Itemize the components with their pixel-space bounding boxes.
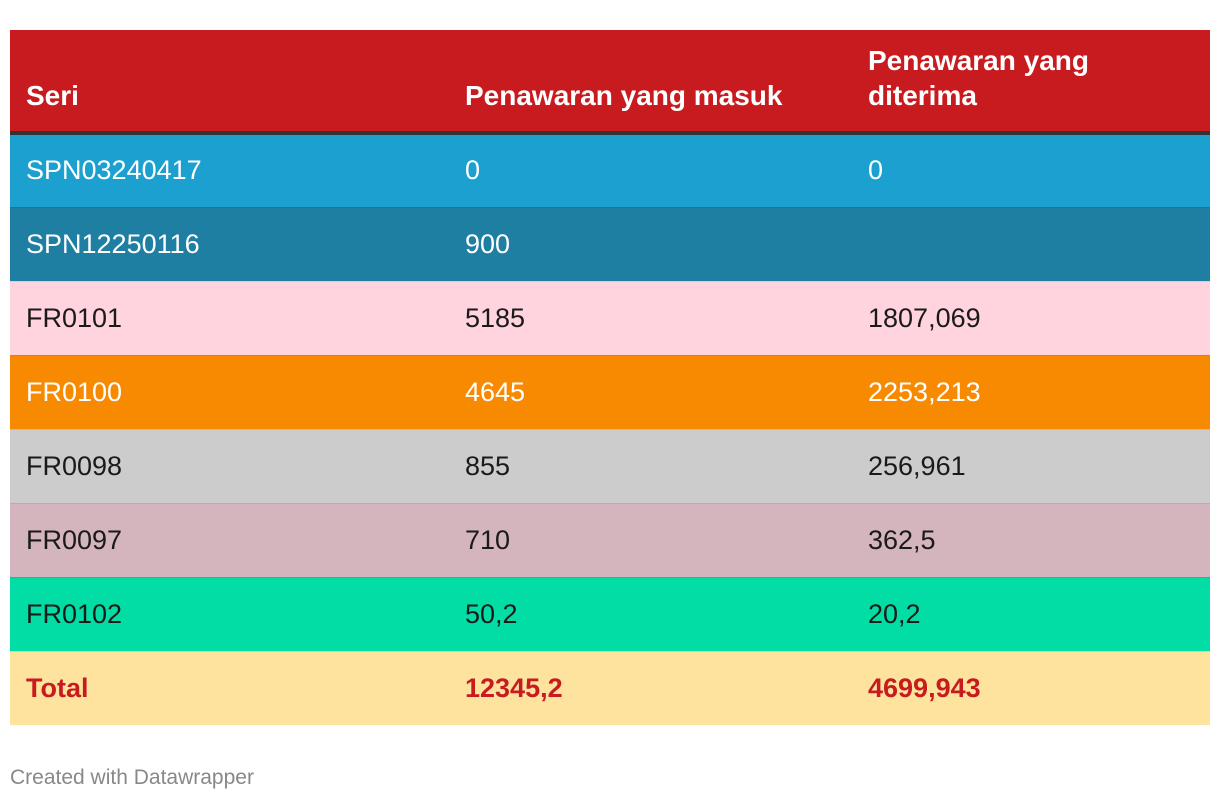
cell-penawaran-diterima: 20,2	[852, 577, 1210, 652]
cell-penawaran-masuk: 4645	[449, 355, 852, 430]
table-row: FR0098 855 256,961	[10, 429, 1210, 504]
column-header-penawaran-masuk: Penawaran yang masuk	[449, 30, 852, 135]
cell-penawaran-masuk: 5185	[449, 281, 852, 356]
table-row: FR0101 5185 1807,069	[10, 281, 1210, 356]
cell-seri: SPN12250116	[10, 207, 449, 282]
cell-penawaran-masuk: 710	[449, 503, 852, 578]
datawrapper-credit: Created with Datawrapper	[10, 766, 254, 789]
table-row: SPN12250116 900	[10, 207, 1210, 282]
column-header-seri: Seri	[10, 30, 449, 135]
cell-seri: FR0097	[10, 503, 449, 578]
cell-seri: SPN03240417	[10, 133, 449, 208]
cell-penawaran-diterima: 0	[852, 133, 1210, 208]
cell-seri: Total	[26, 672, 89, 703]
cell-penawaran-masuk: 0	[449, 133, 852, 208]
cell-penawaran-diterima	[852, 207, 1210, 282]
data-table: Seri Penawaran yang masuk Penawaran yang…	[10, 30, 1210, 725]
cell-penawaran-diterima: 2253,213	[852, 355, 1210, 430]
cell-penawaran-diterima: 362,5	[852, 503, 1210, 578]
cell-seri: FR0100	[10, 355, 449, 430]
cell-seri: FR0102	[10, 577, 449, 652]
data-table-container: Seri Penawaran yang masuk Penawaran yang…	[10, 30, 1210, 725]
cell-penawaran-diterima: 4699,943	[868, 672, 981, 703]
table-body: SPN03240417 0 0 SPN12250116 900 FR0101 5185 180…	[10, 133, 1210, 725]
cell-penawaran-diterima: 1807,069	[852, 281, 1210, 356]
column-header-penawaran-diterima: Penawaran yang diterima	[852, 30, 1210, 135]
table-row: FR0100 4645 2253,213	[10, 355, 1210, 430]
cell-seri: FR0101	[10, 281, 449, 356]
cell-penawaran-masuk: 855	[449, 429, 852, 504]
table-row: SPN03240417 0 0	[10, 133, 1210, 208]
cell-penawaran-masuk: 12345,2	[465, 672, 563, 703]
cell-penawaran-masuk: 50,2	[449, 577, 852, 652]
cell-penawaran-diterima: 256,961	[852, 429, 1210, 504]
table-row: FR0097 710 362,5	[10, 503, 1210, 578]
table-row: Total 12345,2 4699,943	[10, 651, 1210, 725]
cell-penawaran-masuk: 900	[449, 207, 852, 282]
cell-seri: FR0098	[10, 429, 449, 504]
table-row: FR0102 50,2 20,2	[10, 577, 1210, 652]
table-header-row: Seri Penawaran yang masuk Penawaran yang…	[10, 30, 1210, 135]
